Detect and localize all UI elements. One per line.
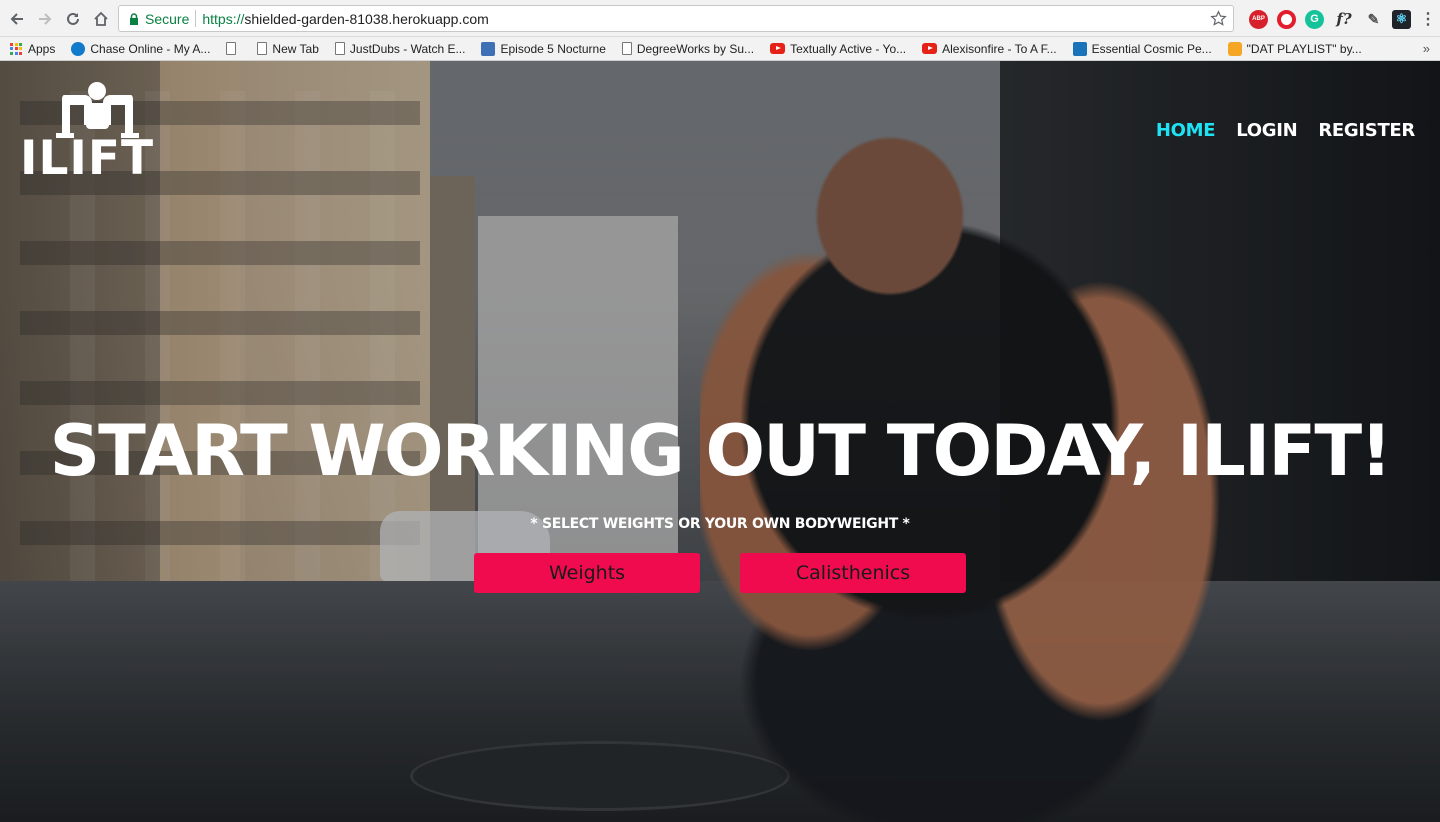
lock-icon — [130, 12, 138, 25]
youtube-icon — [770, 43, 786, 54]
react-devtools-icon[interactable]: ⚛ — [1392, 9, 1411, 29]
back-button[interactable] — [6, 8, 28, 30]
bookmark-textually-active[interactable]: Textually Active - Yo... — [770, 42, 906, 56]
chase-icon — [71, 41, 86, 56]
address-bar[interactable]: Secure https://shielded-garden-81038.her… — [118, 5, 1234, 32]
browser-toolbar: Secure https://shielded-garden-81038.her… — [0, 0, 1440, 37]
bookmark-apps[interactable]: Apps — [10, 42, 55, 56]
logo-text: ILIFT — [20, 131, 155, 186]
cta-group: Weights Calisthenics — [474, 553, 966, 593]
url-separator — [195, 10, 197, 27]
home-icon — [94, 11, 108, 26]
bookmark-episode[interactable]: Episode 5 Nocturne — [481, 41, 606, 56]
episode-icon — [481, 41, 496, 56]
bookmark-chase[interactable]: Chase Online - My A... — [71, 41, 210, 56]
calisthenics-button[interactable]: Calisthenics — [740, 553, 966, 593]
extension-bar: ABP G f? ✎ ⚛ ⋮ — [1249, 8, 1436, 30]
forward-arrow-icon — [39, 13, 52, 25]
nav-login[interactable]: LOGIN — [1236, 120, 1297, 141]
font-finder-icon[interactable]: f? — [1333, 10, 1355, 29]
bookmarks-overflow-icon[interactable]: » — [1423, 41, 1430, 56]
bookmark-degreeworks[interactable]: DegreeWorks by Su... — [621, 42, 754, 56]
bookmark-untitled[interactable] — [226, 42, 241, 55]
bookmark-justdubs[interactable]: JustDubs - Watch E... — [334, 42, 465, 56]
page-icon — [226, 42, 237, 55]
bookmark-dat-playlist[interactable]: "DAT PLAYLIST" by... — [1227, 41, 1362, 56]
page-icon — [334, 42, 345, 55]
weights-button[interactable]: Weights — [474, 553, 700, 593]
playlist-icon — [1227, 41, 1242, 56]
cosmic-icon — [1072, 41, 1087, 56]
hero-subheadline: * SELECT WEIGHTS OR YOUR OWN BODYWEIGHT … — [530, 516, 910, 532]
url-text: https://shielded-garden-81038.herokuapp.… — [202, 10, 489, 27]
home-button[interactable] — [90, 8, 112, 30]
reload-button[interactable] — [62, 8, 84, 30]
hero-section: ILIFT HOME LOGIN REGISTER START WORKING … — [0, 61, 1440, 822]
bookmark-new-tab[interactable]: New Tab — [257, 42, 319, 56]
site-logo[interactable]: ILIFT — [20, 81, 185, 186]
adblock-plus-icon[interactable]: ABP — [1249, 9, 1268, 29]
nav-home[interactable]: HOME — [1156, 120, 1216, 141]
bookmark-essential-cosmic[interactable]: Essential Cosmic Pe... — [1072, 41, 1212, 56]
main-nav: HOME LOGIN REGISTER — [1156, 120, 1415, 141]
reload-icon — [67, 12, 79, 25]
grammarly-icon[interactable]: G — [1305, 9, 1324, 29]
bookmark-alexisonfire[interactable]: Alexisonfire - To A F... — [922, 42, 1057, 56]
page-icon — [621, 42, 632, 55]
apps-grid-icon — [10, 42, 22, 55]
back-arrow-icon — [10, 13, 23, 25]
forward-button[interactable] — [34, 8, 56, 30]
bookmarks-bar: Apps Chase Online - My A... New Tab Just… — [0, 37, 1440, 61]
opera-icon[interactable] — [1277, 9, 1296, 29]
eyedropper-icon[interactable]: ✎ — [1364, 10, 1383, 29]
bookmark-star-icon[interactable] — [1210, 10, 1227, 27]
youtube-icon — [922, 43, 938, 54]
hero-headline: START WORKING OUT TODAY, ILIFT! — [49, 410, 1393, 492]
secure-label: Secure — [145, 10, 190, 27]
browser-menu-icon[interactable]: ⋮ — [1420, 9, 1436, 29]
page-icon — [257, 42, 268, 55]
nav-register[interactable]: REGISTER — [1318, 120, 1415, 141]
